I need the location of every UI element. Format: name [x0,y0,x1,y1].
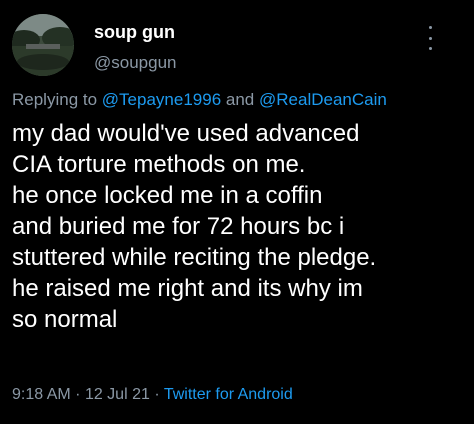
tweet-date[interactable]: 12 Jul 21 [85,386,150,403]
tweet-text-line: my dad would've used advanced [12,120,360,147]
tweet-text-line: he raised me right and its why im [12,275,363,302]
tweet-text-line: so normal [12,306,118,333]
tweet-time[interactable]: 9:18 AM [12,386,71,403]
avatar[interactable] [12,14,74,76]
tweet-text: my dad would've used advanced CIA tortur… [12,118,472,335]
replying-to-line: Replying to @Tepayne1996 and @RealDeanCa… [12,88,472,112]
meta-separator: · [154,386,160,403]
avatar-image [12,14,74,76]
author-handle[interactable]: @soupgun [94,52,177,74]
replying-to-conjunction: and [225,90,255,109]
mention-link[interactable]: @Tepayne1996 [102,90,221,109]
author-display-name[interactable]: soup gun [94,21,175,43]
more-vertical-icon[interactable] [424,26,436,50]
tweet-text-line: and buried me for 72 hours bc i [12,213,345,240]
meta-separator: · [75,386,81,403]
tweet-meta: 9:18 AM · 12 Jul 21 · Twitter for Androi… [12,384,472,406]
replying-to-label: Replying to [12,90,98,109]
tweet-text-line: he once locked me in a coffin [12,182,323,209]
tweet-source-link[interactable]: Twitter for Android [164,386,293,403]
tweet-text-line: stuttered while reciting the pledge. [12,244,377,271]
tweet: soup gun @soupgun Replying to @Tepayne19… [0,0,474,424]
mention-link[interactable]: @RealDeanCain [259,90,387,109]
tweet-text-line: CIA torture methods on me. [12,151,306,178]
